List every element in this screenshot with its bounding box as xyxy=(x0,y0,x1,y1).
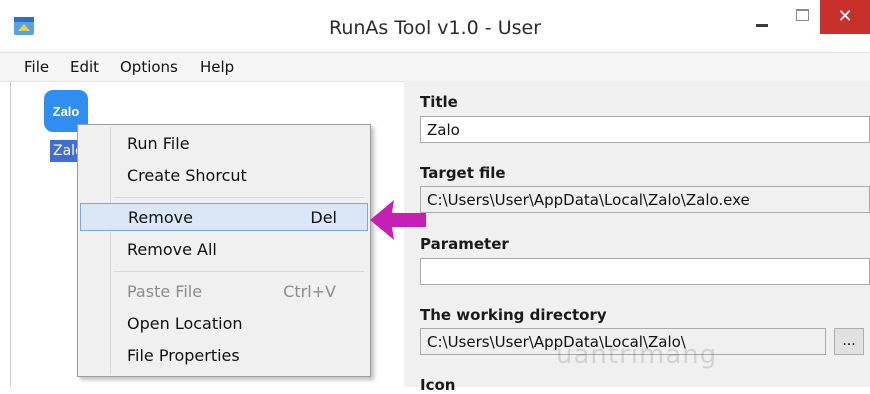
title-label: Title xyxy=(420,93,458,111)
close-button[interactable]: ✕ xyxy=(820,0,870,34)
minimize-button[interactable] xyxy=(740,0,786,32)
menu-separator xyxy=(114,271,364,272)
menu-item-shortcut: Ctrl+V xyxy=(283,282,336,301)
menu-item-shortcut: Del xyxy=(310,208,337,227)
menu-item-remove-all[interactable]: Remove All xyxy=(80,236,366,262)
menu-item-paste-file[interactable]: Paste File Ctrl+V xyxy=(80,278,366,304)
menu-item-label: Open Location xyxy=(127,314,243,333)
title-field[interactable]: Zalo xyxy=(420,116,870,143)
target-file-field[interactable]: C:\Users\User\AppData\Local\Zalo\Zalo.ex… xyxy=(420,186,870,213)
menu-item-label: Create Shorcut xyxy=(127,166,247,185)
menu-options[interactable]: Options xyxy=(120,58,178,76)
menu-item-open-location[interactable]: Open Location xyxy=(80,310,366,336)
menu-item-label: Run File xyxy=(127,134,190,153)
menu-bar: File Edit Options Help xyxy=(0,52,870,82)
menu-item-label: Paste File xyxy=(127,282,203,301)
icon-label: Icon xyxy=(420,376,456,394)
browse-button[interactable]: ... xyxy=(834,328,864,355)
menu-item-create-shortcut[interactable]: Create Shorcut xyxy=(80,162,366,188)
target-file-label: Target file xyxy=(420,164,506,182)
working-directory-label: The working directory xyxy=(420,306,607,324)
zalo-icon-text: Zalo xyxy=(53,104,80,119)
maximize-button[interactable] xyxy=(786,0,818,32)
menu-item-label: Remove xyxy=(128,208,193,227)
watermark: uantrimang xyxy=(556,340,718,370)
menu-separator xyxy=(114,197,364,198)
menu-item-file-properties[interactable]: File Properties xyxy=(80,342,366,368)
menu-item-label: File Properties xyxy=(127,346,240,365)
menu-item-remove[interactable]: Remove Del xyxy=(80,203,368,231)
title-bar: RunAs Tool v1.0 - User ✕ xyxy=(0,0,870,52)
arrow-left-icon xyxy=(370,200,426,240)
menu-file[interactable]: File xyxy=(24,58,49,76)
menu-help[interactable]: Help xyxy=(200,58,234,76)
menu-item-label: Remove All xyxy=(127,240,217,259)
context-menu: Run File Create Shorcut Remove Del Remove… xyxy=(77,124,371,377)
menu-edit[interactable]: Edit xyxy=(70,58,99,76)
parameter-field[interactable] xyxy=(420,258,870,285)
menu-item-run-file[interactable]: Run File xyxy=(80,130,366,156)
parameter-label: Parameter xyxy=(420,235,509,253)
